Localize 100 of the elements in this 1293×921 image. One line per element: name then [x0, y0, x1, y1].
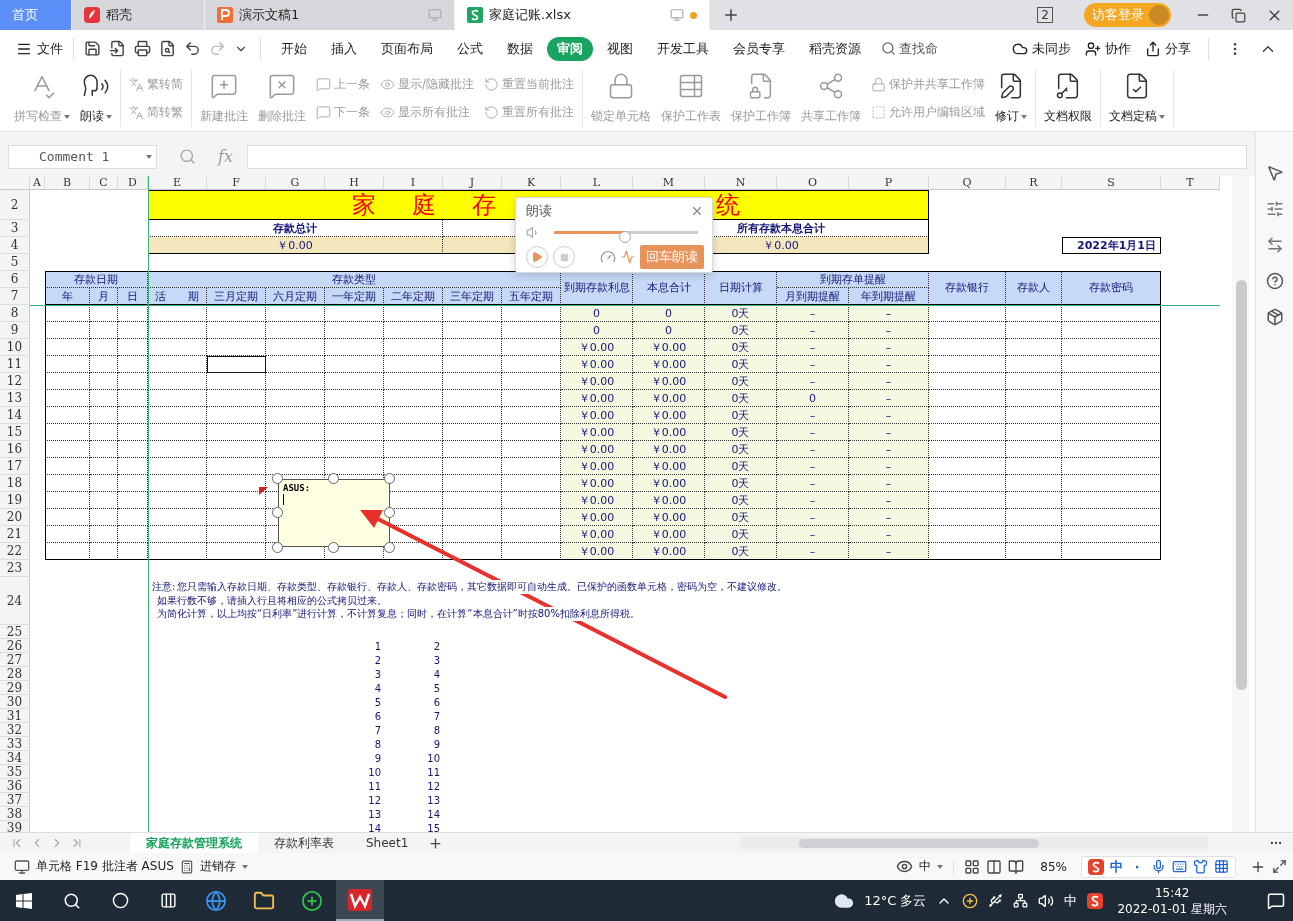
- document-tab[interactable]: 演示文稿1: [205, 0, 455, 30]
- vertical-scrollbar[interactable]: [1232, 176, 1250, 832]
- menu-tab[interactable]: 公式: [447, 36, 493, 61]
- column-letter[interactable]: Q: [929, 176, 1006, 190]
- window-count-badge[interactable]: 2: [1037, 7, 1053, 23]
- column-letter[interactable]: N: [705, 176, 777, 190]
- clock[interactable]: 15:42 2022-01-01 星期六: [1117, 884, 1227, 917]
- row-number[interactable]: 21: [0, 526, 30, 543]
- input-mode[interactable]: 中: [1064, 891, 1078, 910]
- resize-handle[interactable]: [384, 507, 395, 518]
- grid-icon[interactable]: [1214, 859, 1229, 874]
- row-number[interactable]: 2: [0, 190, 30, 220]
- row-number[interactable]: 31: [0, 709, 30, 723]
- row-number[interactable]: 11: [0, 356, 30, 373]
- usb-icon[interactable]: [988, 893, 1004, 908]
- close-icon[interactable]: [690, 204, 704, 218]
- column-letter[interactable]: K: [502, 176, 561, 190]
- scroll-thumb[interactable]: [799, 838, 1039, 848]
- sheet-tab[interactable]: 存款利率表: [258, 833, 350, 853]
- circle-icon[interactable]: [111, 892, 129, 909]
- screen-icon[interactable]: [14, 858, 30, 875]
- column-letter[interactable]: P: [849, 176, 929, 190]
- row-number[interactable]: 22: [0, 543, 30, 560]
- column-letter[interactable]: I: [384, 176, 443, 190]
- document-tab[interactable]: 稻壳: [72, 0, 205, 30]
- row-number[interactable]: 3: [0, 220, 30, 237]
- normal-view-icon[interactable]: [964, 858, 981, 875]
- print-icon[interactable]: [134, 40, 151, 57]
- undo-icon[interactable]: [184, 40, 201, 57]
- macro-button[interactable]: 进销存: [199, 858, 236, 875]
- row-number[interactable]: 16: [0, 441, 30, 458]
- input-mode[interactable]: 中: [919, 858, 932, 875]
- zoom-level[interactable]: 85%: [1040, 859, 1067, 874]
- horizontal-scrollbar[interactable]: [739, 837, 1209, 849]
- row-number[interactable]: 10: [0, 339, 30, 356]
- row-number[interactable]: 38: [0, 807, 30, 821]
- menu-tab[interactable]: 稻壳资源: [799, 36, 871, 61]
- row-number[interactable]: 19: [0, 492, 30, 509]
- row-number[interactable]: 7: [0, 288, 30, 305]
- selected-cell[interactable]: [207, 356, 266, 373]
- menu-tab[interactable]: 视图: [597, 36, 643, 61]
- pointer-icon[interactable]: [1265, 164, 1284, 182]
- scroll-thumb[interactable]: [1235, 280, 1247, 690]
- column-letter[interactable]: G: [266, 176, 325, 190]
- toolbar-action[interactable]: 分享: [1138, 39, 1198, 58]
- add-sheet-icon[interactable]: [428, 835, 444, 851]
- row-number[interactable]: 4: [0, 237, 30, 254]
- restore-icon[interactable]: [1231, 7, 1246, 23]
- column-letter[interactable]: S: [1062, 176, 1161, 190]
- row-number[interactable]: 20: [0, 509, 30, 526]
- menu-tab[interactable]: 开始: [271, 36, 317, 61]
- row-number[interactable]: 32: [0, 723, 30, 737]
- speed-icon[interactable]: [600, 249, 616, 265]
- row-number[interactable]: 5: [0, 254, 30, 271]
- column-letter[interactable]: B: [45, 176, 90, 190]
- column-letter[interactable]: E: [148, 176, 207, 190]
- settings-icon[interactable]: [1265, 200, 1284, 218]
- volume-icon[interactable]: [1038, 892, 1055, 909]
- menu-tab[interactable]: 数据: [497, 36, 543, 61]
- toolbar-action[interactable]: 未同步: [1005, 39, 1078, 58]
- row-number[interactable]: 29: [0, 681, 30, 695]
- column-letter[interactable]: R: [1006, 176, 1062, 190]
- notification-icon[interactable]: [1267, 891, 1285, 910]
- resize-handle[interactable]: [272, 542, 283, 553]
- name-box[interactable]: Comment 1: [8, 144, 157, 169]
- row-number[interactable]: 15: [0, 424, 30, 441]
- column-letter[interactable]: M: [633, 176, 705, 190]
- new-tab-icon[interactable]: [722, 6, 740, 24]
- row-number[interactable]: 28: [0, 667, 30, 681]
- ribbon-button[interactable]: 修订: [992, 70, 1031, 127]
- search-icon[interactable]: [63, 891, 81, 910]
- reading-view-icon[interactable]: [1008, 858, 1025, 875]
- row-number[interactable]: 36: [0, 779, 30, 793]
- file-menu[interactable]: 文件: [12, 39, 67, 58]
- row-number[interactable]: 30: [0, 695, 30, 709]
- column-letter[interactable]: O: [777, 176, 849, 190]
- row-number[interactable]: 34: [0, 751, 30, 765]
- resize-handle[interactable]: [272, 507, 283, 518]
- resize-handle[interactable]: [384, 473, 395, 484]
- column-letter[interactable]: C: [90, 176, 118, 190]
- row-number[interactable]: 37: [0, 793, 30, 807]
- ribbon-button[interactable]: 文档权限: [1041, 70, 1096, 127]
- ime-mode[interactable]: 中: [1110, 857, 1123, 876]
- row-number[interactable]: 13: [0, 390, 30, 407]
- help-icon[interactable]: [1265, 272, 1284, 290]
- slider-thumb[interactable]: [618, 231, 631, 243]
- mic-icon[interactable]: [1151, 859, 1166, 874]
- taskbar-app[interactable]: [336, 880, 384, 921]
- column-letter[interactable]: F: [207, 176, 266, 190]
- resize-handle[interactable]: [328, 542, 339, 553]
- row-number[interactable]: 24: [0, 577, 30, 625]
- menu-tab[interactable]: 会员专享: [723, 36, 795, 61]
- keyboard-icon[interactable]: [1172, 859, 1187, 874]
- document-tab[interactable]: 家庭记账.xlsx: [455, 0, 710, 30]
- row-number[interactable]: 9: [0, 322, 30, 339]
- row-number[interactable]: 23: [0, 560, 30, 577]
- menu-tab[interactable]: 页面布局: [371, 36, 443, 61]
- fullscreen-icon[interactable]: [1272, 859, 1287, 874]
- ribbon-button[interactable]: 文档定稿: [1106, 70, 1169, 127]
- box-icon[interactable]: [1265, 308, 1284, 326]
